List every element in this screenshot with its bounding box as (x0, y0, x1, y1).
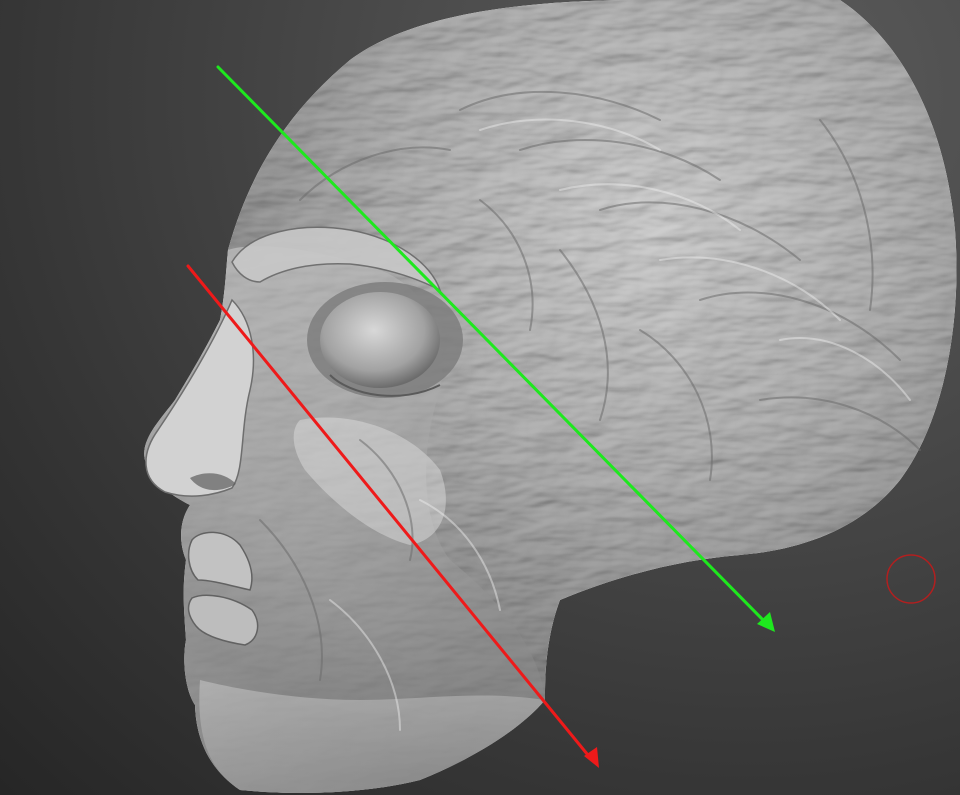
nose (145, 298, 255, 497)
brush-cursor-icon[interactable] (886, 554, 936, 604)
eye-lid (320, 292, 440, 388)
sculpt-viewport[interactable] (0, 0, 960, 795)
sculpted-head-model[interactable] (144, 0, 957, 793)
red-arrowhead-icon (584, 747, 599, 768)
viewport-canvas[interactable] (0, 0, 960, 795)
